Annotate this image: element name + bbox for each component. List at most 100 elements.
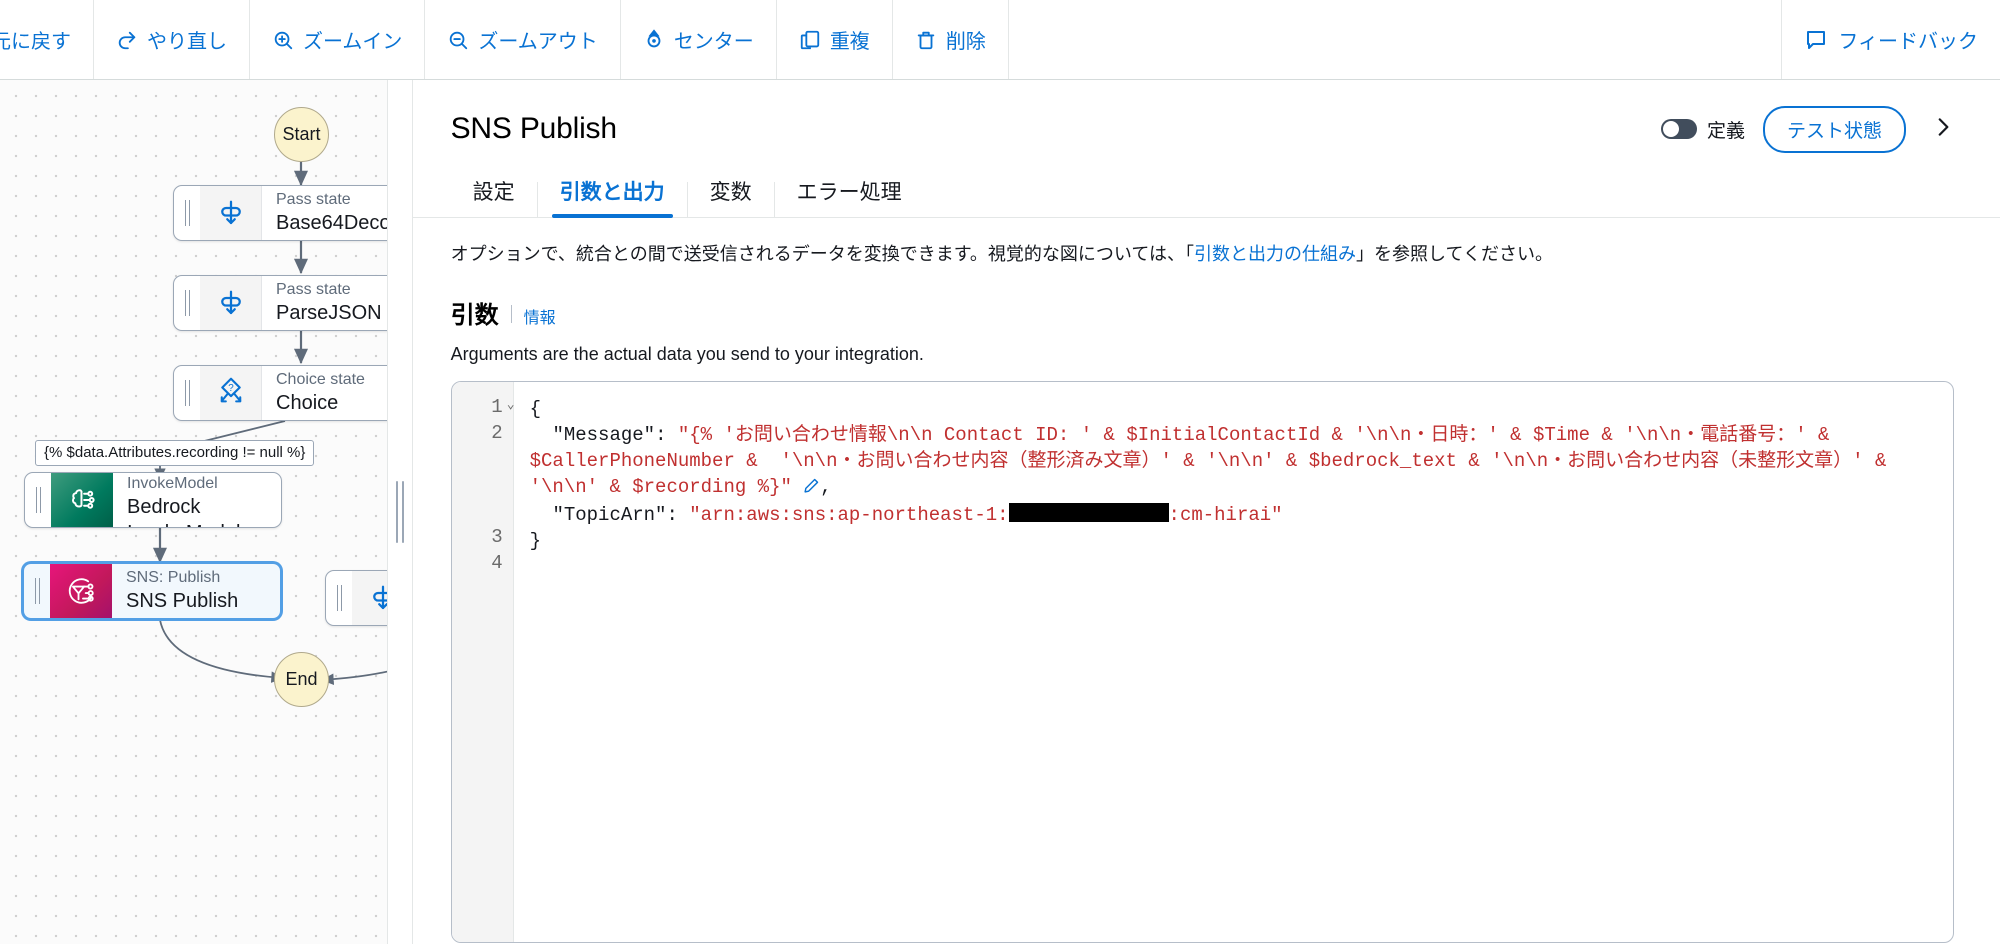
duplicate-button[interactable]: 重複 xyxy=(777,0,893,79)
drag-handle[interactable] xyxy=(174,186,200,240)
line-number: 4 xyxy=(491,551,503,574)
graph-node-end[interactable]: End xyxy=(274,652,329,707)
line-number: 2 xyxy=(491,421,503,444)
edge-label-choice-rule[interactable]: {% $data.Attributes.recording != null %} xyxy=(35,440,315,466)
feedback-button[interactable]: フィードバック xyxy=(1782,0,2000,79)
drag-handle[interactable] xyxy=(326,571,352,625)
feedback-icon xyxy=(1804,28,1828,52)
panel-splitter[interactable] xyxy=(386,80,413,944)
node-type: Choice state xyxy=(276,371,365,388)
node-title: Choice xyxy=(276,392,339,414)
code-comma: , xyxy=(820,475,832,498)
arguments-code-editor[interactable]: 1 ⌄ 2 3 4 { "Message": "{% 'お問い合わせ情報\n\n… xyxy=(450,380,1954,943)
graph-node-bedrock-invokemodel[interactable]: Bedrock: InvokeModel Bedrock InvokeModel xyxy=(24,472,282,528)
drag-handle[interactable] xyxy=(24,564,50,618)
arguments-section-header: 引数 情報 xyxy=(451,295,1962,330)
tab-args-output[interactable]: 引数と出力 xyxy=(538,182,688,218)
pass-state-icon xyxy=(200,276,262,330)
zoom-in-label: ズームイン xyxy=(303,31,403,53)
graph-node-parsejson[interactable]: Pass state ParseJSON xyxy=(173,275,387,331)
pass-state-icon xyxy=(352,571,387,625)
main-split: Start Pass state Base64Decode xyxy=(0,80,2000,944)
drag-handle[interactable] xyxy=(174,276,200,330)
node-title: SNS Publish xyxy=(126,590,239,612)
toggle-knob xyxy=(1662,121,1679,137)
code-value-message: "{% 'お問い合わせ情報\n\n Contact ID: ' & $Initi… xyxy=(529,423,1898,498)
feedback-label: フィードバック xyxy=(1838,31,1978,53)
graph-node-base64decode[interactable]: Pass state Base64Decode xyxy=(173,185,387,241)
code-colon: : xyxy=(655,423,667,446)
arguments-subdescription: Arguments are the actual data you send t… xyxy=(450,343,924,364)
zoom-in-button[interactable]: ズームイン xyxy=(250,0,426,79)
redo-button[interactable]: やり直し xyxy=(94,0,250,79)
definition-toggle[interactable] xyxy=(1660,119,1697,139)
graph-node-sns-publish[interactable]: SNS: Publish SNS Publish xyxy=(22,562,282,620)
duplicate-icon xyxy=(799,29,821,51)
definition-toggle-label: 定義 xyxy=(1706,120,1745,142)
splitter-grip[interactable] xyxy=(395,481,404,543)
chevron-down-icon[interactable]: ⌄ xyxy=(507,397,515,412)
node-title: ParseJSON xyxy=(276,302,382,324)
test-state-button[interactable]: テスト状態 xyxy=(1762,105,1906,153)
node-type: Pass state xyxy=(276,281,351,298)
node-text: Pass state Base64Decode xyxy=(262,186,387,240)
workflow-graph-canvas[interactable]: Start Pass state Base64Decode xyxy=(0,80,387,944)
drag-handle[interactable] xyxy=(174,366,200,420)
node-title: Bedrock InvokeModel xyxy=(127,496,240,527)
zoom-out-icon xyxy=(447,29,469,51)
choice-state-icon: ? xyxy=(200,366,262,420)
code-key-message: "Message" xyxy=(552,423,656,446)
delete-button[interactable]: 削除 xyxy=(893,0,1009,79)
start-label: Start xyxy=(282,124,321,144)
node-type: Bedrock: InvokeModel xyxy=(127,475,218,492)
graph-node-pass[interactable]: Pass state Pass xyxy=(325,570,387,626)
center-button[interactable]: センター xyxy=(621,0,777,79)
line-number-row: 4 xyxy=(452,552,513,578)
line-number: 3 xyxy=(491,525,503,548)
line-number: 1 xyxy=(491,395,503,418)
node-type: SNS: Publish xyxy=(126,569,221,586)
node-text: Choice state Choice xyxy=(262,366,387,420)
page-title: SNS Publish xyxy=(450,112,617,145)
duplicate-label: 重複 xyxy=(829,31,870,53)
zoom-in-icon xyxy=(272,29,294,51)
tab-error-handling[interactable]: エラー処理 xyxy=(775,182,924,217)
svg-text:?: ? xyxy=(228,383,234,394)
toolbar-spacer xyxy=(1009,0,1783,79)
node-text: SNS: Publish SNS Publish xyxy=(112,564,280,618)
node-type: Pass state xyxy=(276,191,351,208)
section-divider xyxy=(510,304,512,323)
trash-icon xyxy=(915,29,937,51)
info-link[interactable]: 情報 xyxy=(524,304,556,328)
pencil-icon[interactable] xyxy=(803,476,820,502)
graph-node-start[interactable]: Start xyxy=(274,107,329,162)
line-number-row: 2 xyxy=(452,422,513,448)
node-title: Base64Decode xyxy=(276,212,387,234)
zoom-out-label: ズームアウト xyxy=(478,31,598,53)
zoom-out-button[interactable]: ズームアウト xyxy=(425,0,621,79)
bedrock-icon xyxy=(51,473,113,527)
code-open-brace: { xyxy=(529,397,542,420)
pass-state-icon xyxy=(200,186,262,240)
code-value-topicarn-prefix: "arn:aws:sns:ap-northeast-1: xyxy=(689,503,1009,526)
drag-handle[interactable] xyxy=(25,473,51,527)
tab-settings[interactable]: 設定 xyxy=(451,182,538,217)
code-colon: : xyxy=(666,503,678,526)
editor-gutter: 1 ⌄ 2 3 4 xyxy=(451,381,515,942)
args-description: オプションで、統合との間で送受信されるデータを変換できます。視覚的な図については… xyxy=(451,240,1631,269)
line-number-row[interactable]: 1 ⌄ xyxy=(452,395,515,422)
node-text: Bedrock: InvokeModel Bedrock InvokeModel xyxy=(113,473,281,527)
state-detail-panel: SNS Publish 定義 テスト状態 設定 引数と出力 変数 エラー処理 オ… xyxy=(412,80,2000,944)
graph-node-choice[interactable]: ? Choice state Choice xyxy=(173,365,387,421)
description-pre: オプションで、統合との間で送受信されるデータを変換できます。視覚的な図については… xyxy=(450,244,1195,264)
args-output-docs-link[interactable]: 引数と出力の仕組み xyxy=(1194,244,1356,264)
collapse-panel-button[interactable] xyxy=(1924,110,1962,149)
sns-icon xyxy=(50,564,112,618)
redacted-account-id xyxy=(1008,502,1169,522)
tab-variables[interactable]: 変数 xyxy=(688,182,775,217)
undo-label: 元に戻す xyxy=(0,31,71,53)
section-title: 引数 xyxy=(450,301,499,329)
undo-button[interactable]: 元に戻す xyxy=(0,0,94,79)
center-label: センター xyxy=(673,31,754,53)
editor-content[interactable]: { "Message": "{% 'お問い合わせ情報\n\n Contact I… xyxy=(514,382,1953,942)
